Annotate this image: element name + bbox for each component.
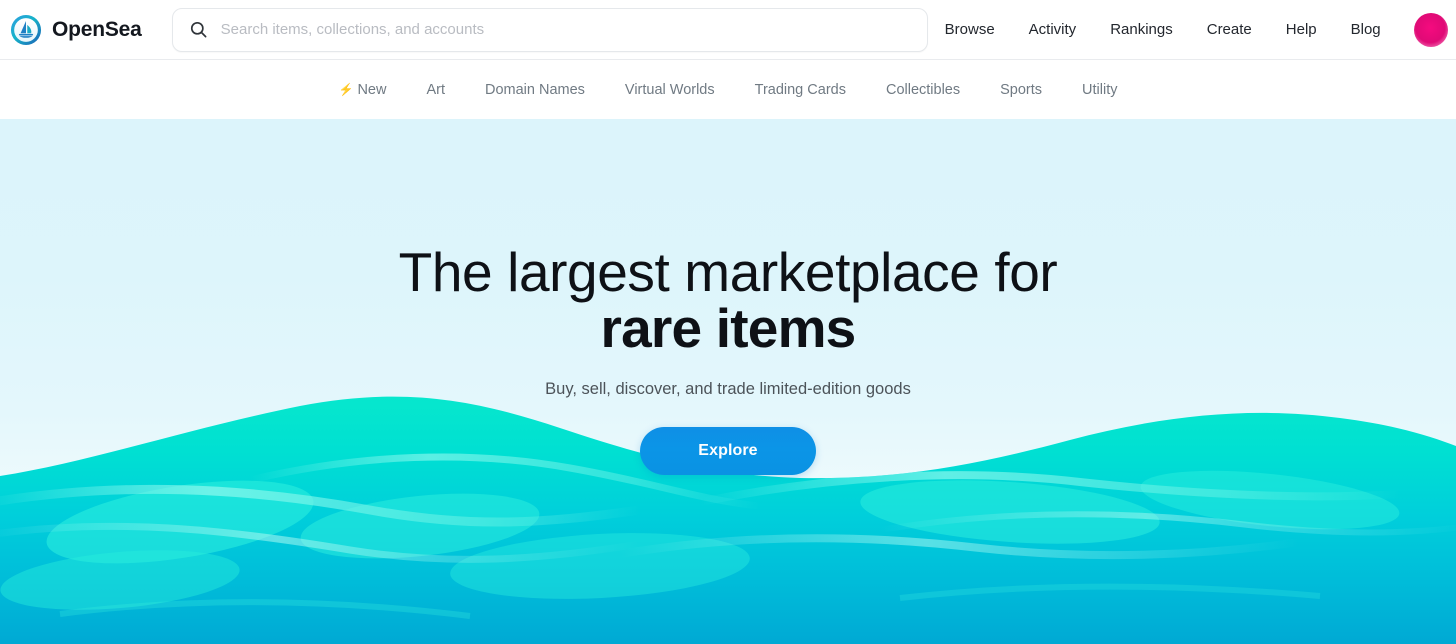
opensea-sailboat-logo-icon	[10, 14, 42, 46]
category-item-domain-names[interactable]: Domain Names	[465, 74, 605, 106]
site-header: OpenSea Browse Activity Rankings Create …	[0, 0, 1456, 60]
search-icon	[189, 20, 208, 39]
primary-navigation: Browse Activity Rankings Create Help Blo…	[928, 12, 1448, 47]
search-box[interactable]	[171, 7, 928, 52]
nav-item-browse[interactable]: Browse	[928, 13, 1012, 46]
category-item-utility[interactable]: Utility	[1062, 74, 1137, 106]
category-item-trading-cards[interactable]: Trading Cards	[735, 74, 866, 106]
category-navigation: ⚡ New Art Domain Names Virtual Worlds Tr…	[0, 60, 1456, 119]
nav-item-rankings[interactable]: Rankings	[1093, 13, 1190, 46]
hero-section: The largest marketplace for rare items B…	[0, 119, 1456, 644]
search-bar[interactable]	[171, 7, 928, 52]
hero-content: The largest marketplace for rare items B…	[0, 119, 1456, 475]
hero-subtitle: Buy, sell, discover, and trade limited-e…	[545, 380, 911, 398]
category-item-new-label: New	[357, 81, 387, 98]
user-avatar[interactable]	[1413, 12, 1448, 47]
hero-title: The largest marketplace for rare items	[0, 244, 1456, 356]
category-item-new[interactable]: ⚡ New	[318, 74, 406, 106]
category-item-collectibles[interactable]: Collectibles	[866, 74, 980, 106]
search-input[interactable]	[220, 21, 911, 38]
category-item-virtual-worlds[interactable]: Virtual Worlds	[605, 74, 735, 106]
brand-name: OpenSea	[52, 17, 142, 41]
nav-item-help[interactable]: Help	[1269, 13, 1334, 46]
hero-title-line2: rare items	[600, 297, 857, 359]
category-item-art[interactable]: Art	[406, 74, 465, 106]
nav-item-blog[interactable]: Blog	[1334, 13, 1398, 46]
opensea-homepage: OpenSea Browse Activity Rankings Create …	[0, 0, 1456, 644]
brand-logo-link[interactable]: OpenSea	[10, 14, 142, 46]
hero-title-line1: The largest marketplace for	[398, 241, 1058, 303]
lightning-bolt-icon: ⚡	[338, 82, 354, 96]
nav-item-activity[interactable]: Activity	[1012, 13, 1094, 46]
category-item-sports[interactable]: Sports	[980, 74, 1062, 106]
explore-button[interactable]: Explore	[640, 427, 816, 475]
nav-item-create[interactable]: Create	[1190, 13, 1269, 46]
